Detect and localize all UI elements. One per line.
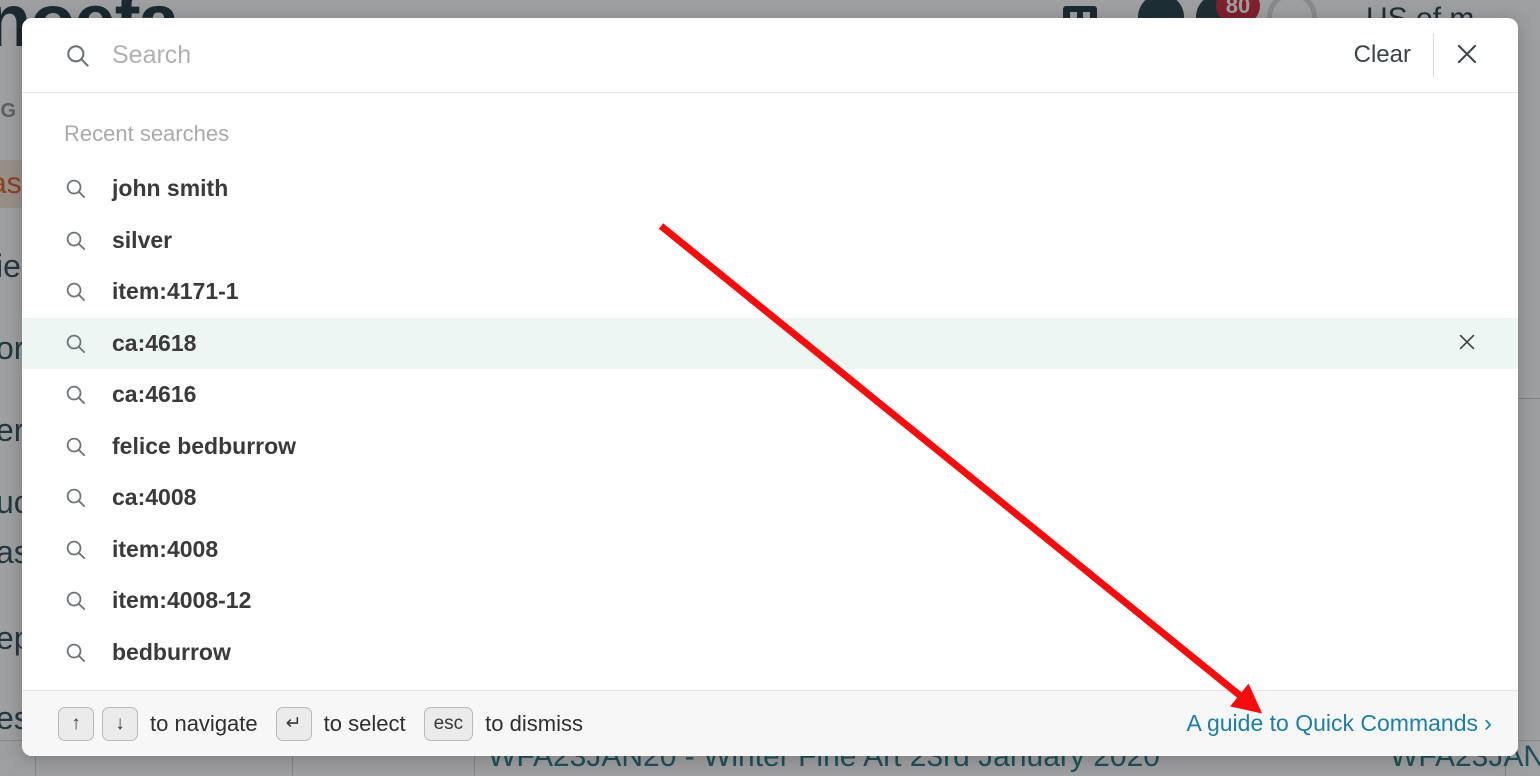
list-item[interactable]: item:4008-12 [22, 575, 1518, 627]
close-button[interactable] [1434, 27, 1500, 83]
list-item[interactable]: item:4171-1 [22, 266, 1518, 318]
list-item-label: ca:4618 [112, 329, 197, 356]
list-item-label: ca:4008 [112, 484, 197, 511]
list-item[interactable]: item:4008 [22, 524, 1518, 576]
key-enter[interactable]: ↵ [275, 706, 312, 741]
key-esc[interactable]: esc [423, 706, 474, 741]
list-item[interactable]: ca:4008 [22, 472, 1518, 524]
search-icon [64, 538, 98, 561]
search-icon [64, 383, 98, 406]
remove-recent-search-button[interactable] [1446, 322, 1488, 364]
search-icon [64, 229, 98, 252]
keyboard-hints: ↑ ↓ to navigate ↵ to select esc to dismi… [58, 706, 583, 741]
list-item-label: item:4171-1 [112, 278, 239, 305]
key-arrow-down[interactable]: ↓ [102, 706, 138, 741]
search-icon [64, 435, 98, 458]
recent-searches-list: john smith silver item:4171-1 ca:4618 ca… [22, 163, 1518, 678]
search-bar: Clear [22, 18, 1518, 93]
close-icon [1454, 41, 1480, 70]
navigate-hint: ↑ ↓ to navigate [58, 706, 258, 741]
list-item-label: ca:4616 [112, 381, 197, 408]
key-arrow-up[interactable]: ↑ [58, 706, 94, 741]
search-input[interactable] [98, 39, 1344, 71]
list-item[interactable]: felice bedburrow [22, 421, 1518, 473]
list-item-label: item:4008-12 [112, 587, 252, 614]
search-icon [64, 641, 98, 664]
list-item-label: silver [112, 226, 173, 253]
list-item-label: item:4008 [112, 535, 219, 562]
select-hint: ↵ to select [275, 706, 406, 741]
list-item[interactable]: john smith [22, 163, 1518, 215]
list-item-selected[interactable]: ca:4618 [22, 317, 1518, 369]
navigate-hint-label: to navigate [150, 710, 258, 736]
modal-body: Recent searches john smith silver item:4… [22, 93, 1518, 690]
clear-button[interactable]: Clear [1344, 37, 1433, 73]
chevron-right-icon: › [1484, 709, 1492, 737]
dismiss-hint: esc to dismiss [423, 706, 583, 741]
quick-commands-guide-label: A guide to Quick Commands [1186, 710, 1478, 736]
search-icon [64, 280, 98, 303]
search-icon [64, 42, 98, 69]
search-icon [64, 589, 98, 612]
modal-footer: ↑ ↓ to navigate ↵ to select esc to dismi… [22, 690, 1518, 756]
dismiss-hint-label: to dismiss [485, 710, 583, 736]
list-item[interactable]: bedburrow [22, 627, 1518, 679]
quick-commands-guide-link[interactable]: A guide to Quick Commands › [1187, 710, 1492, 737]
close-icon [1456, 331, 1478, 356]
search-icon [64, 332, 98, 355]
select-hint-label: to select [323, 710, 406, 736]
list-item[interactable]: silver [22, 215, 1518, 267]
recent-searches-label: Recent searches [64, 121, 230, 146]
search-icon [64, 177, 98, 200]
list-item-label: bedburrow [112, 638, 231, 665]
list-item-label: john smith [112, 175, 229, 202]
search-icon [64, 486, 98, 509]
list-item-label: felice bedburrow [112, 432, 297, 459]
quick-search-modal: Clear Recent searches john smith [22, 18, 1518, 756]
list-item[interactable]: ca:4616 [22, 369, 1518, 421]
